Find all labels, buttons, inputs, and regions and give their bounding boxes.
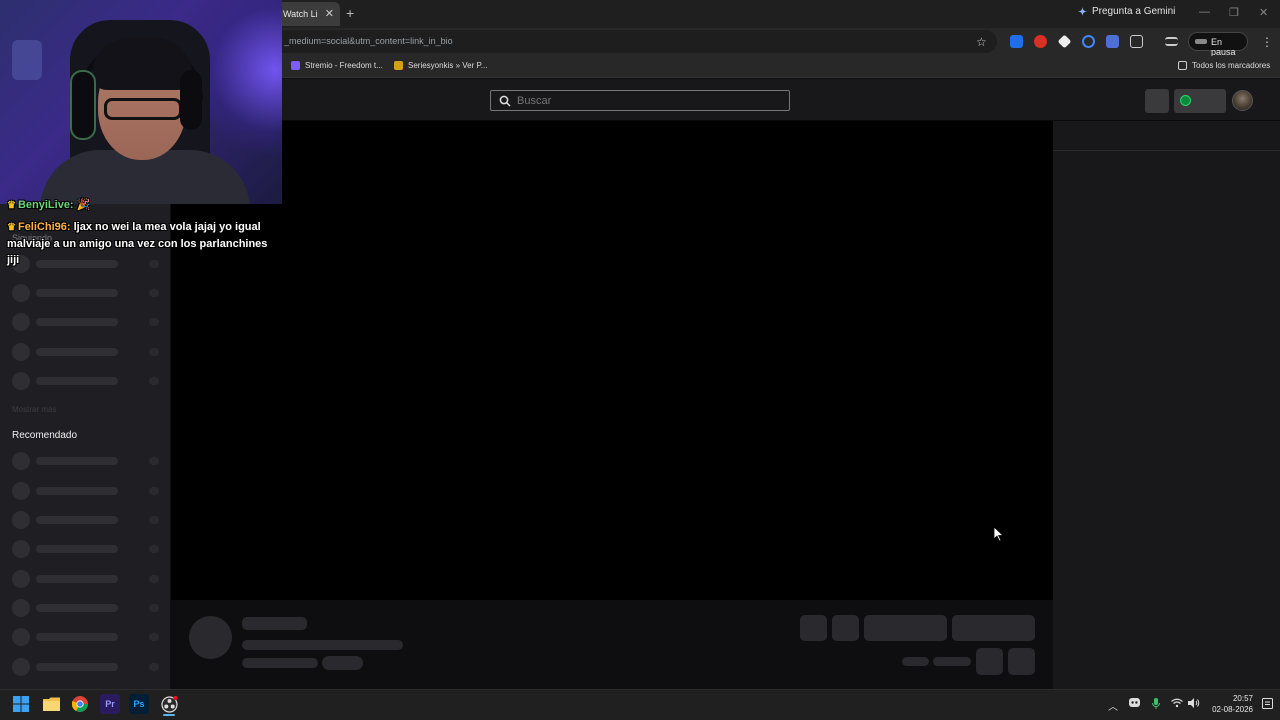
- windows-taskbar: [0, 689, 1280, 720]
- gemini-sparkle-icon: [1078, 7, 1087, 16]
- address-bar[interactable]: _medium=social&utm_content=link_in_bio: [270, 30, 997, 53]
- active-app-indicator: [163, 714, 175, 716]
- follow-button-placeholder[interactable]: [864, 615, 947, 641]
- stremio-icon: [291, 61, 300, 70]
- gemini-button[interactable]: Pregunta a Gemini: [1078, 6, 1175, 17]
- folder-icon: [1178, 61, 1187, 70]
- sidebar-channel-placeholder[interactable]: [12, 570, 162, 588]
- sidebar-channel-placeholder[interactable]: [12, 511, 162, 529]
- menu-kebab-icon[interactable]: ⋮: [1261, 35, 1273, 49]
- microphone-icon[interactable]: [1152, 698, 1160, 713]
- tab-close-icon[interactable]: ✕: [325, 7, 334, 20]
- sidebar-channel-placeholder[interactable]: [12, 343, 162, 361]
- notifications-icon[interactable]: [1262, 698, 1273, 712]
- tray-overflow-icon[interactable]: ︿: [1108, 698, 1118, 713]
- chat-message-text: 🎉: [76, 199, 91, 211]
- extension-shield-icon[interactable]: [1106, 35, 1119, 48]
- status-dot-icon: [1180, 95, 1191, 106]
- clock-time: 20:57: [1232, 694, 1253, 703]
- crown-badge-icon: ♛: [7, 222, 16, 233]
- tag-placeholder: [322, 656, 363, 670]
- profile-icon: [1195, 39, 1207, 44]
- restore-button[interactable]: ❐: [1229, 6, 1239, 19]
- browser-tab[interactable]: Watch Li ✕: [276, 2, 340, 26]
- pause-label: En pausa: [1211, 37, 1236, 57]
- sidebar-channel-placeholder[interactable]: [12, 540, 162, 558]
- chat-header: [1053, 121, 1280, 151]
- category-placeholder: [242, 658, 318, 668]
- volume-icon[interactable]: [1188, 698, 1200, 711]
- webcam-overlay: [0, 0, 282, 204]
- sidebar-channel-placeholder[interactable]: [12, 628, 162, 646]
- sidebar-channel-placeholder[interactable]: [12, 599, 162, 617]
- search-input[interactable]: [517, 94, 777, 107]
- channel-name-placeholder: [242, 617, 307, 630]
- more-button-placeholder[interactable]: [1008, 648, 1035, 675]
- stream-title-placeholder: [242, 640, 403, 650]
- profile-paused-button[interactable]: En pausa: [1188, 32, 1248, 57]
- file-explorer-icon[interactable]: [41, 694, 61, 714]
- subscribe-button-placeholder[interactable]: [952, 615, 1035, 641]
- extensions-puzzle-icon[interactable]: [1130, 35, 1143, 48]
- chat-username: BenyiLive:: [17, 199, 74, 211]
- seriesyonkis-icon: [394, 61, 403, 70]
- photoshop-icon[interactable]: Ps: [129, 694, 149, 714]
- channel-avatar-placeholder[interactable]: [189, 616, 232, 659]
- taskbar-clock[interactable]: 20:57 02-08-2026: [1207, 693, 1253, 715]
- wifi-icon[interactable]: [1171, 698, 1183, 711]
- uptime-placeholder: [933, 657, 971, 666]
- mouse-cursor-icon: [994, 527, 1004, 542]
- chat-username: FeliChi96:: [17, 221, 71, 233]
- video-player[interactable]: [171, 121, 1053, 600]
- minimize-button[interactable]: —: [1199, 6, 1210, 18]
- extension-audio-icon[interactable]: [1082, 35, 1095, 48]
- sidebar-channel-placeholder[interactable]: [12, 313, 162, 331]
- chat-panel: [1053, 121, 1280, 689]
- bookmark-seriesyonkis[interactable]: Seriesyonkis » Ver P...: [394, 61, 487, 70]
- overlay-chat-message: ♛ FeliChi96: ljax no wei la mea vola jaja…: [7, 219, 275, 268]
- user-avatar[interactable]: [1232, 90, 1253, 111]
- sidebar-channel-placeholder[interactable]: [12, 284, 162, 302]
- search-icon: [499, 95, 511, 107]
- windows-start-icon[interactable]: [11, 694, 31, 714]
- show-more-link[interactable]: Mostrar más: [12, 405, 56, 414]
- tab-title: Watch Li: [283, 9, 318, 19]
- extension-red-icon[interactable]: [1034, 35, 1047, 48]
- overlay-chat-message: ♛ BenyiLive: 🎉: [7, 197, 127, 214]
- discord-icon[interactable]: [1129, 698, 1140, 710]
- all-bookmarks-button[interactable]: Todos los marcadores: [1178, 61, 1270, 70]
- bookmark-label: Stremio - Freedom t...: [305, 61, 383, 70]
- crown-badge-icon: ♛: [7, 200, 16, 211]
- bookmark-label: Seriesyonkis » Ver P...: [408, 61, 488, 70]
- sidebar-channel-placeholder[interactable]: [12, 452, 162, 470]
- search-box[interactable]: [490, 90, 790, 111]
- action-button-placeholder[interactable]: [832, 615, 859, 641]
- sidebar-recommended-heading: Recomendado: [12, 430, 78, 441]
- bookmark-stremio[interactable]: Stremio - Freedom t...: [291, 61, 383, 70]
- sidebar-channel-placeholder[interactable]: [12, 482, 162, 500]
- action-button-placeholder[interactable]: [800, 615, 827, 641]
- chrome-icon[interactable]: [70, 694, 90, 714]
- prime-button[interactable]: [1174, 89, 1226, 113]
- obs-icon[interactable]: [159, 694, 179, 714]
- gemini-label: Pregunta a Gemini: [1092, 6, 1176, 17]
- sidebar-channel-placeholder[interactable]: [12, 372, 162, 390]
- extension-translate-icon[interactable]: [1010, 35, 1023, 48]
- all-bookmarks-label: Todos los marcadores: [1192, 61, 1271, 70]
- reading-list-icon[interactable]: [1165, 37, 1178, 46]
- bookmark-star-icon[interactable]: ☆: [976, 35, 987, 49]
- premiere-pro-icon[interactable]: Pr: [100, 694, 120, 714]
- new-tab-button[interactable]: +: [346, 5, 354, 21]
- notifications-button[interactable]: [1145, 89, 1169, 113]
- share-button-placeholder[interactable]: [976, 648, 1003, 675]
- close-window-button[interactable]: ✕: [1259, 6, 1268, 19]
- viewer-count-placeholder: [902, 657, 929, 666]
- clock-date: 02-08-2026: [1212, 705, 1253, 714]
- sidebar-channel-placeholder[interactable]: [12, 658, 162, 676]
